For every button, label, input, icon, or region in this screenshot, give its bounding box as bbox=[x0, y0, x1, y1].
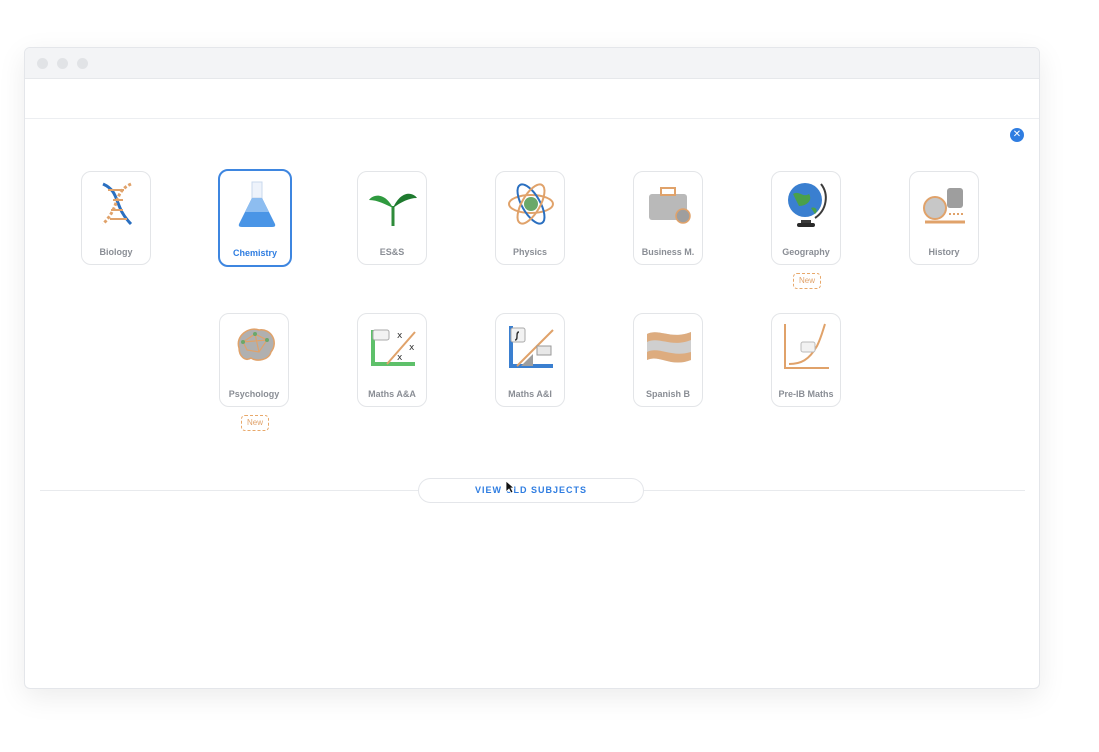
subject-card-spanish[interactable]: Spanish B bbox=[633, 313, 703, 407]
atom-icon bbox=[508, 183, 554, 225]
subject-card-pre-ib-maths[interactable]: Pre-IB Maths bbox=[771, 313, 841, 407]
subject-card-ess[interactable]: ES&S bbox=[357, 171, 427, 265]
address-bar bbox=[25, 79, 1039, 119]
subject-label: ES&S bbox=[379, 247, 405, 257]
subject-card-biology[interactable]: Biology bbox=[81, 171, 151, 265]
briefcase-icon bbox=[649, 187, 691, 224]
subject-label: Psychology bbox=[228, 389, 280, 399]
globe-icon bbox=[788, 183, 827, 227]
subject-label: Biology bbox=[99, 247, 133, 257]
algebra-icon: x x x bbox=[371, 329, 416, 366]
subject-label: Maths A&I bbox=[508, 389, 552, 399]
brain-icon bbox=[237, 328, 275, 361]
window-close-dot[interactable] bbox=[37, 58, 48, 69]
dna-icon bbox=[101, 182, 133, 226]
sprout-icon bbox=[369, 193, 417, 226]
subject-card-maths-aa[interactable]: x x x Maths A&A bbox=[357, 313, 427, 407]
browser-window: ✕ Biology Chemistry ES&S Physics Busines… bbox=[24, 47, 1040, 689]
new-badge: New bbox=[793, 273, 821, 289]
subject-card-geography[interactable]: Geography bbox=[771, 171, 841, 265]
new-badge: New bbox=[241, 415, 269, 431]
subject-label: Pre-IB Maths bbox=[778, 389, 834, 399]
subject-label: Chemistry bbox=[232, 248, 277, 258]
subject-card-business[interactable]: Business M. bbox=[633, 171, 703, 265]
graph-icon bbox=[784, 323, 829, 369]
subject-card-history[interactable]: History bbox=[909, 171, 979, 265]
subject-card-chemistry[interactable]: Chemistry bbox=[218, 169, 292, 267]
scroll-icon bbox=[923, 188, 965, 224]
subject-card-physics[interactable]: Physics bbox=[495, 171, 565, 265]
svg-text:x: x bbox=[409, 343, 415, 353]
view-old-subjects-button[interactable]: VIEW OLD SUBJECTS bbox=[418, 478, 644, 503]
subject-label: History bbox=[928, 247, 960, 257]
close-icon[interactable]: ✕ bbox=[1010, 128, 1024, 142]
subject-label: Maths A&A bbox=[368, 389, 416, 399]
subject-card-maths-ai[interactable]: Maths A&I bbox=[495, 313, 565, 407]
flag-icon bbox=[647, 332, 691, 363]
svg-text:x: x bbox=[397, 353, 403, 363]
subject-card-psychology[interactable]: Psychology bbox=[219, 313, 289, 407]
subject-label: Business M. bbox=[641, 247, 695, 257]
mouse-cursor-icon bbox=[505, 480, 515, 494]
svg-text:x: x bbox=[397, 331, 403, 341]
flask-icon bbox=[238, 181, 276, 227]
integral-icon bbox=[509, 326, 554, 368]
window-titlebar bbox=[25, 48, 1039, 79]
window-maximize-dot[interactable] bbox=[77, 58, 88, 69]
window-minimize-dot[interactable] bbox=[57, 58, 68, 69]
subject-label: Spanish B bbox=[645, 389, 690, 399]
subject-label: Geography bbox=[782, 247, 830, 257]
subject-label: Physics bbox=[512, 247, 548, 257]
